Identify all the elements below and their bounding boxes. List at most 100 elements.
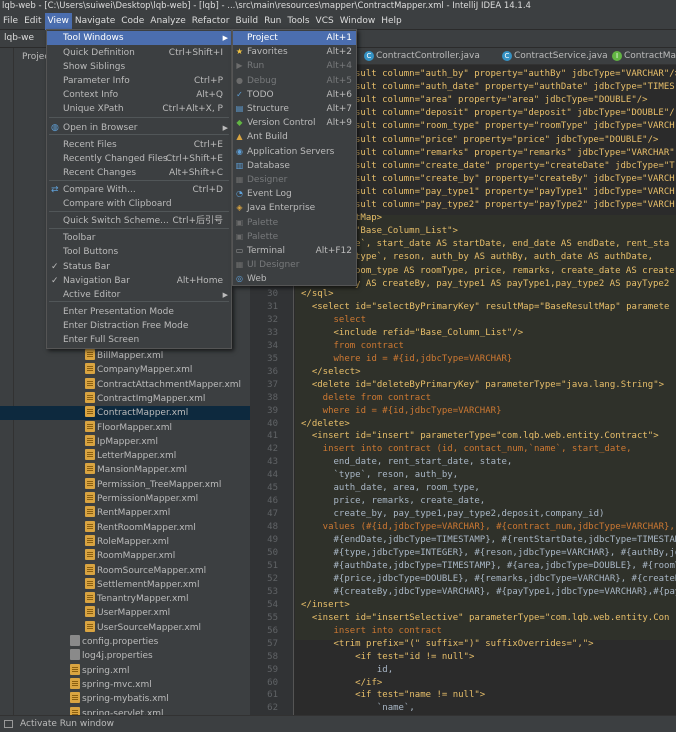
tree-item[interactable]: BillMapper.xml <box>85 349 163 363</box>
tree-item[interactable]: IpMapper.xml <box>85 434 158 449</box>
tree-item[interactable]: PermissionMapper.xml <box>85 492 198 506</box>
menu-run[interactable]: Run <box>261 13 284 30</box>
tool-window-item: ▶ Run Alt+4 <box>233 59 356 73</box>
shortcut-label: Ctrl+E <box>193 140 223 150</box>
view-menu-item[interactable]: Enter Distraction Free Mode <box>47 319 231 333</box>
view-menu-item[interactable]: Toolbar <box>47 231 231 245</box>
menu-tools[interactable]: Tools <box>284 13 312 30</box>
tool-window-item[interactable]: ★ Favorites Alt+2 <box>233 45 356 59</box>
menu-help[interactable]: Help <box>378 13 405 30</box>
tree-item[interactable]: RoomMapper.xml <box>85 549 175 563</box>
view-menu-item[interactable]: ⇄ Compare With... Ctrl+D <box>47 183 231 197</box>
editor-tab[interactable]: C ContractService.java <box>500 49 608 64</box>
tool-window-item[interactable]: ◔ Event Log <box>233 187 356 201</box>
code-line: sult column="create_date" property="crea… <box>355 160 675 171</box>
view-menu-item[interactable]: Recent Changes Alt+Shift+C <box>47 166 231 180</box>
tree-item[interactable]: log4j.properties <box>70 649 153 663</box>
tree-item[interactable]: SettlementMapper.xml <box>85 577 199 592</box>
editor-tab[interactable]: IContractMappe <box>610 49 676 64</box>
shortcut-label: Ctrl+Shift+E <box>165 154 223 164</box>
xml-file-icon <box>85 563 95 575</box>
view-menu-item[interactable]: ✓ Navigation Bar Alt+Home <box>47 274 231 288</box>
tree-item[interactable]: CompanyMapper.xml <box>85 363 192 377</box>
line-number: 60 <box>267 677 278 688</box>
menu-view[interactable]: View <box>44 13 72 30</box>
code-line: insert into contract (id, contact_num,`n… <box>301 444 632 455</box>
code-line: <insert id="insert" parameterType="com.l… <box>301 431 659 442</box>
code-line: create_by, pay_type1,pay_type2,deposit,c… <box>301 509 605 520</box>
tool-window-item[interactable]: ▥ Database <box>233 159 356 173</box>
menu-edit[interactable]: Edit <box>21 13 44 30</box>
tree-item[interactable]: RoomSourceMapper.xml <box>85 563 206 578</box>
tree-item[interactable]: spring-mvc.xml <box>70 677 152 692</box>
view-menu-item[interactable]: ✓ Status Bar <box>47 260 231 274</box>
tree-item[interactable]: Permission_TreeMapper.xml <box>85 477 221 492</box>
tree-item[interactable]: ContractAttachmentMapper.xml <box>85 377 241 392</box>
xml-file-icon <box>85 606 95 618</box>
tree-item[interactable]: spring-mybatis.xml <box>70 692 169 706</box>
view-menu-item[interactable]: Tool Buttons <box>47 245 231 259</box>
view-menu-item[interactable]: Enter Presentation Mode <box>47 305 231 319</box>
tool-window-item[interactable]: ▭ Terminal Alt+F12 <box>233 244 356 258</box>
view-menu: Tool Windows ▶ Quick Definition Ctrl+Shift+… <box>46 29 232 349</box>
tree-item[interactable]: FloorMapper.xml <box>85 420 172 435</box>
tool-window-item[interactable]: ◉ Application Servers <box>233 145 356 159</box>
tool-window-item[interactable]: ◎ Web <box>233 272 356 286</box>
view-menu-item[interactable]: Quick Definition Ctrl+Shift+I <box>47 46 231 60</box>
tree-item[interactable]: spring.xml <box>70 663 130 678</box>
menu-navigate[interactable]: Navigate <box>72 13 118 30</box>
view-menu-item[interactable]: Show Siblings <box>47 60 231 74</box>
tool-window-icon: ◔ <box>236 189 243 199</box>
menu-refactor[interactable]: Refactor <box>189 13 233 30</box>
xml-file-icon <box>85 577 95 589</box>
tree-item[interactable]: ContractImgMapper.xml <box>85 391 205 406</box>
tool-window-toggle-icon[interactable] <box>4 720 13 728</box>
code-line: auth_date, area, room_type, <box>301 483 480 494</box>
breadcrumb[interactable]: lqb-we <box>4 33 34 43</box>
editor-tab[interactable]: C ContractController.java <box>362 49 480 64</box>
tree-item[interactable]: LetterMapper.xml <box>85 449 176 463</box>
menu-build[interactable]: Build <box>233 13 262 30</box>
tree-item[interactable]: spring-servlet.xml <box>70 706 164 715</box>
tool-window-item[interactable]: ▲ Ant Build <box>233 130 356 144</box>
shortcut-label: Ctrl+D <box>192 185 224 195</box>
view-menu-item[interactable]: Active Editor ▶ <box>47 288 231 302</box>
tool-window-item[interactable]: ▤ Structure Alt+7 <box>233 102 356 116</box>
tree-item[interactable]: RentMapper.xml <box>85 506 170 520</box>
menu-file[interactable]: File <box>0 13 21 30</box>
tree-item[interactable]: UserMapper.xml <box>85 606 170 620</box>
menu-code[interactable]: Code <box>118 13 147 30</box>
view-menu-item[interactable]: Recent Files Ctrl+E <box>47 138 231 152</box>
code-line: <include refid="Base_Column_List"/> <box>301 327 524 338</box>
view-menu-item[interactable]: Recently Changed Files Ctrl+Shift+E <box>47 152 231 166</box>
view-menu-item[interactable]: Quick Switch Scheme... Ctrl+后引号 <box>47 214 231 228</box>
menu-window[interactable]: Window <box>337 13 379 30</box>
view-menu-item[interactable]: Context Info Alt+Q <box>47 88 231 102</box>
view-menu-item[interactable]: Unique XPath Ctrl+Alt+X, P <box>47 102 231 116</box>
tree-item[interactable]: UserSourceMapper.xml <box>85 620 201 635</box>
tree-item[interactable]: RoleMapper.xml <box>85 534 169 549</box>
menu-vcs[interactable]: VCS <box>313 13 337 30</box>
view-menu-item[interactable]: Compare with Clipboard <box>47 197 231 211</box>
tool-window-item[interactable]: Project Alt+1 <box>233 31 356 45</box>
menu-analyze[interactable]: Analyze <box>147 13 188 30</box>
tree-item[interactable]: MansionMapper.xml <box>85 463 187 477</box>
view-menu-item[interactable]: Tool Windows ▶ <box>47 31 231 45</box>
tree-item-label: spring.xml <box>82 665 130 676</box>
tree-item[interactable]: config.properties <box>70 635 158 649</box>
xml-file-icon <box>70 663 80 675</box>
tree-item[interactable]: RentRoomMapper.xml <box>85 520 196 535</box>
tool-window-label: Event Log <box>247 189 292 200</box>
tool-window-item[interactable]: ◈ Java Enterprise <box>233 201 356 215</box>
tree-item-label: IpMapper.xml <box>97 436 158 447</box>
line-number: 57 <box>267 638 278 649</box>
tree-item[interactable]: TenantryMapper.xml <box>85 592 189 606</box>
tool-window-stripe[interactable] <box>0 48 14 715</box>
tool-window-item[interactable]: ◆ Version Control Alt+9 <box>233 116 356 130</box>
view-menu-item[interactable]: Enter Full Screen <box>47 333 231 347</box>
view-menu-item[interactable]: ◍ Open in Browser ▶ <box>47 121 231 135</box>
code-line: #{endDate,jdbcType=TIMESTAMP}, #{rentSta… <box>301 535 676 546</box>
view-menu-item[interactable]: Parameter Info Ctrl+P <box>47 74 231 88</box>
tree-item[interactable]: ContractMapper.xml <box>0 406 250 421</box>
tool-window-item[interactable]: ✓ TODO Alt+6 <box>233 88 356 102</box>
